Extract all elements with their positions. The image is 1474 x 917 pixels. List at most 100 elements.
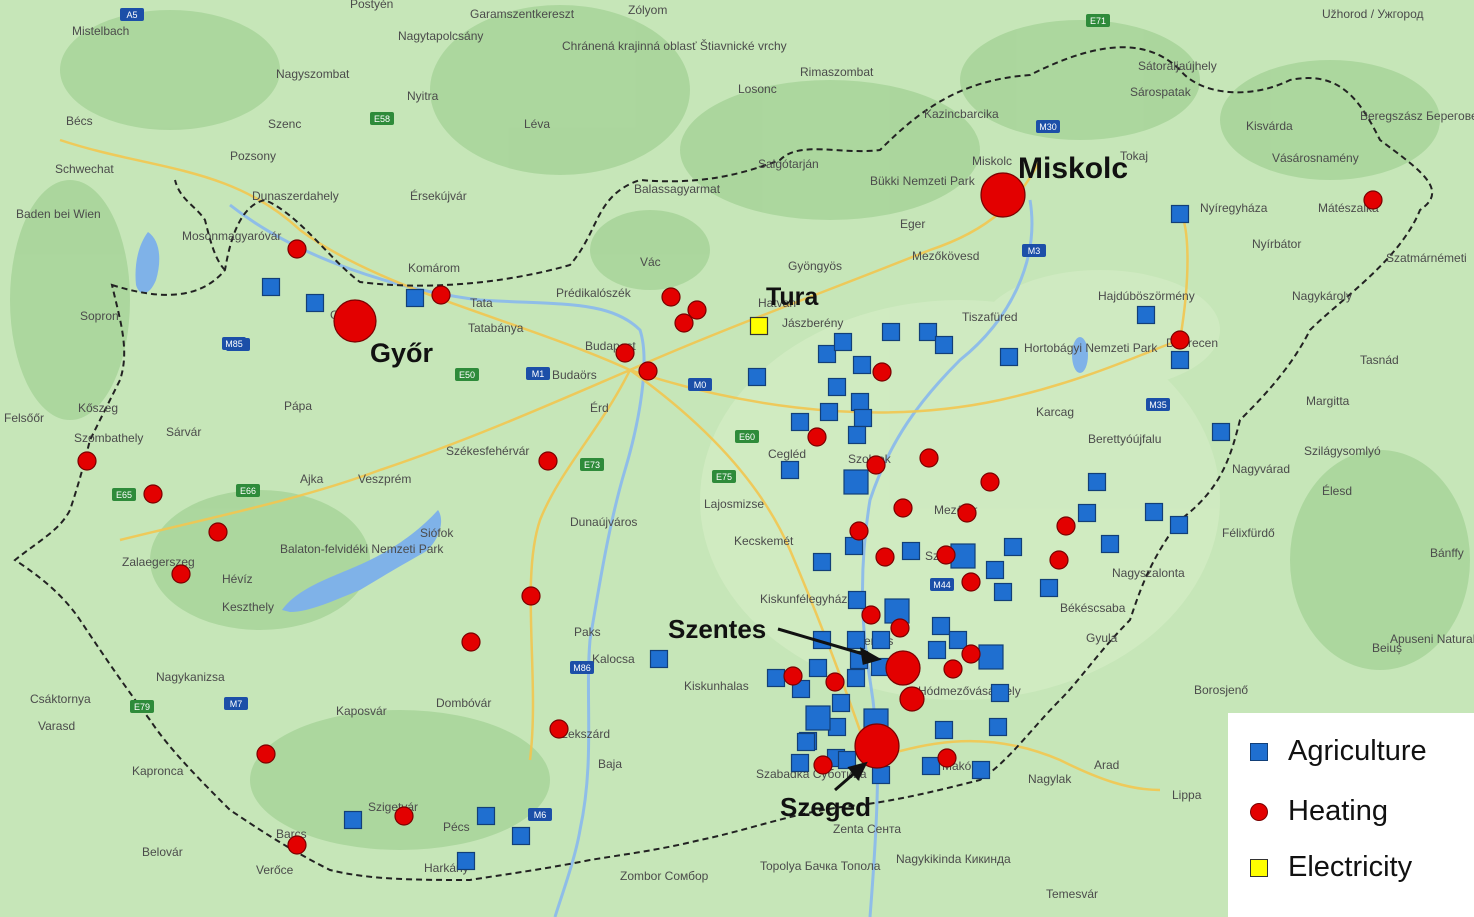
agriculture-marker bbox=[1039, 578, 1059, 598]
place-label: Garamszentkereszt bbox=[470, 7, 575, 21]
heating-marker bbox=[461, 632, 481, 652]
place-label: Baja bbox=[598, 757, 622, 771]
heating-circle-icon bbox=[1250, 803, 1268, 821]
agriculture-marker bbox=[649, 649, 669, 669]
agriculture-marker bbox=[790, 412, 810, 432]
svg-text:E75: E75 bbox=[716, 472, 732, 482]
place-label: Érsekújvár bbox=[410, 188, 467, 203]
road-shield: E79 bbox=[130, 700, 154, 713]
agriculture-marker bbox=[833, 332, 853, 352]
place-label: Nagykikinda Кикинда bbox=[896, 852, 1011, 866]
agriculture-marker bbox=[405, 288, 425, 308]
agriculture-marker bbox=[766, 668, 786, 688]
agriculture-marker bbox=[988, 717, 1008, 737]
place-label: Baden bei Wien bbox=[16, 207, 101, 221]
place-label: Borosjenő bbox=[1194, 683, 1248, 697]
place-label: Budaörs bbox=[552, 368, 597, 382]
place-label: Sárospatak bbox=[1130, 85, 1192, 99]
agriculture-marker bbox=[846, 668, 866, 688]
heating-marker bbox=[615, 343, 635, 363]
place-label: Nagykároly bbox=[1292, 289, 1352, 303]
svg-text:M6: M6 bbox=[534, 810, 547, 820]
agriculture-marker bbox=[850, 392, 870, 412]
svg-text:E73: E73 bbox=[584, 460, 600, 470]
place-label: Tata bbox=[470, 296, 493, 310]
heating-marker bbox=[783, 666, 803, 686]
place-label: Sopron bbox=[80, 309, 119, 323]
agriculture-marker bbox=[934, 720, 954, 740]
place-label: Siófok bbox=[420, 526, 454, 540]
place-label: Mezőkövesd bbox=[912, 249, 979, 263]
agriculture-marker bbox=[1087, 472, 1107, 492]
agriculture-marker bbox=[1170, 204, 1190, 224]
place-label: Bükki Nemzeti Park bbox=[870, 174, 976, 188]
agriculture-marker-large bbox=[978, 644, 1004, 670]
heating-marker bbox=[431, 285, 451, 305]
agriculture-marker bbox=[343, 810, 363, 830]
agriculture-marker bbox=[780, 460, 800, 480]
label-miskolc: Miskolc bbox=[1018, 152, 1128, 185]
label-szeged: Szeged bbox=[780, 792, 871, 822]
heating-marker bbox=[813, 755, 833, 775]
place-label: Nagytapolcsány bbox=[398, 29, 483, 43]
road-shield: M6 bbox=[528, 808, 552, 821]
heating-marker bbox=[208, 522, 228, 542]
agriculture-marker bbox=[931, 616, 951, 636]
agriculture-marker bbox=[511, 826, 531, 846]
agriculture-marker bbox=[985, 560, 1005, 580]
legend: Agriculture Heating Electricity bbox=[1228, 713, 1474, 917]
place-label: Losonc bbox=[738, 82, 777, 96]
place-label: Temesvár bbox=[1046, 887, 1098, 901]
heating-marker bbox=[849, 521, 869, 541]
place-label: Kazincbarcika bbox=[924, 107, 999, 121]
electricity-square-icon bbox=[1250, 859, 1268, 877]
agriculture-marker bbox=[1211, 422, 1231, 442]
agriculture-marker bbox=[999, 347, 1019, 367]
road-shield: A5 bbox=[120, 8, 144, 21]
place-label: Nagylak bbox=[1028, 772, 1072, 786]
svg-text:M0: M0 bbox=[694, 380, 707, 390]
place-label: Jászberény bbox=[782, 316, 843, 330]
place-label: Kőszeg bbox=[78, 401, 118, 415]
place-label: Pécs bbox=[443, 820, 470, 834]
agriculture-marker bbox=[918, 322, 938, 342]
legend-label-electricity: Electricity bbox=[1288, 851, 1413, 883]
place-label: Balassagyarmat bbox=[634, 182, 721, 196]
place-label: Hajdúböszörmény bbox=[1098, 289, 1195, 303]
place-label: Komárom bbox=[408, 261, 460, 275]
label-szentes: Szentes bbox=[668, 614, 766, 644]
agriculture-marker bbox=[456, 851, 476, 871]
agriculture-marker bbox=[831, 693, 851, 713]
place-label: Csáktornya bbox=[30, 692, 91, 706]
place-label: Sárvár bbox=[166, 425, 201, 439]
heating-marker bbox=[957, 503, 977, 523]
agriculture-marker bbox=[934, 335, 954, 355]
road-shield: E65 bbox=[112, 488, 136, 501]
place-label: Keszthely bbox=[222, 600, 274, 614]
heating-marker bbox=[861, 605, 881, 625]
place-label: Beregszász Берегове bbox=[1360, 109, 1474, 123]
place-label: Zólyom bbox=[628, 3, 667, 17]
agriculture-marker bbox=[476, 806, 496, 826]
place-label: Lajosmizse bbox=[704, 497, 764, 511]
place-label: Belovár bbox=[142, 845, 183, 859]
agriculture-marker bbox=[847, 425, 867, 445]
heating-marker bbox=[77, 451, 97, 471]
place-label: Kisvárda bbox=[1246, 119, 1293, 133]
place-label: Eger bbox=[900, 217, 925, 231]
place-label: Nagyvárad bbox=[1232, 462, 1290, 476]
place-label: Kapronca bbox=[132, 764, 184, 778]
heating-marker bbox=[943, 659, 963, 679]
heating-marker bbox=[1056, 516, 1076, 536]
place-label: Zombor Сомбор bbox=[620, 869, 709, 883]
place-label: Lippa bbox=[1172, 788, 1202, 802]
place-label: Tiszafüred bbox=[962, 310, 1018, 324]
agriculture-marker bbox=[1136, 305, 1156, 325]
place-label: Kaposvár bbox=[336, 704, 387, 718]
electricity-marker bbox=[749, 316, 769, 336]
heating-marker bbox=[980, 472, 1000, 492]
agriculture-marker bbox=[747, 367, 767, 387]
road-shield: E73 bbox=[580, 458, 604, 471]
place-label: Nagykanizsa bbox=[156, 670, 225, 684]
svg-text:M1: M1 bbox=[532, 369, 545, 379]
